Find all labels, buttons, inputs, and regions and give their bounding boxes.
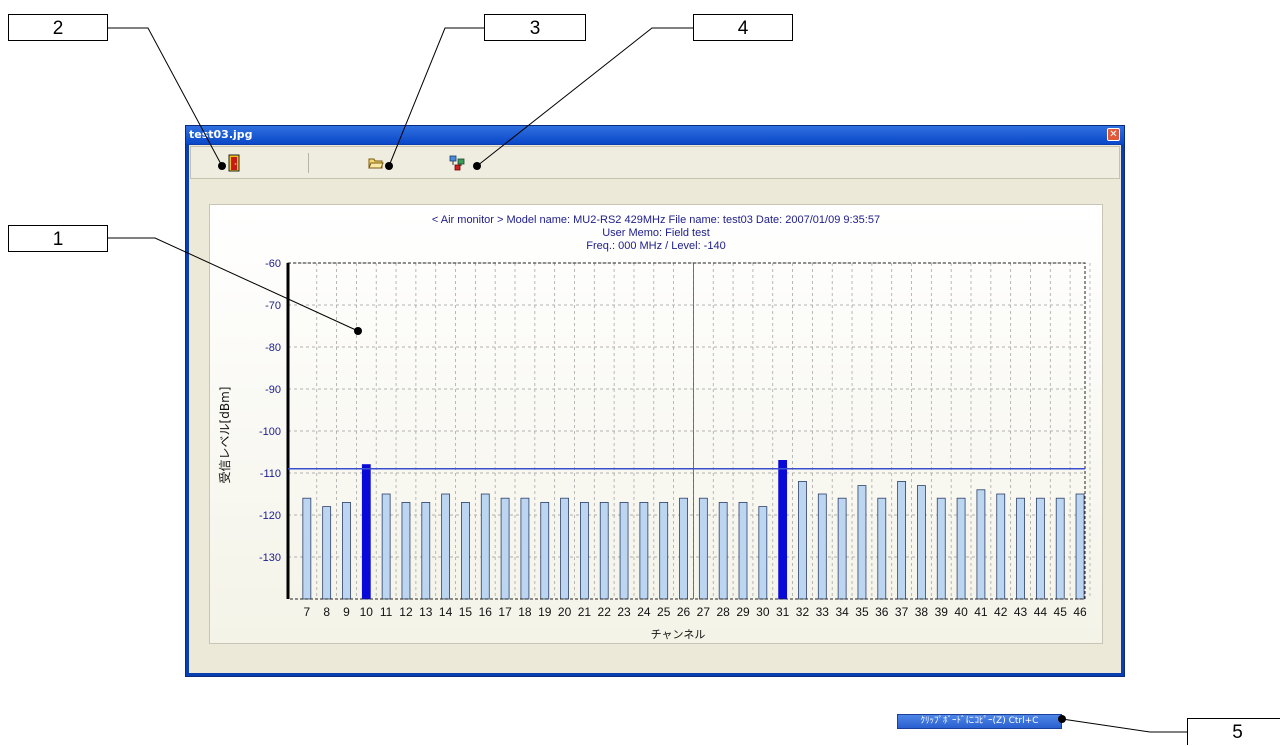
- leader-dot-4: [473, 162, 481, 170]
- leader-dot-5: [1058, 715, 1066, 723]
- leader-dot-3: [385, 162, 393, 170]
- leader-line-2: [108, 27, 223, 167]
- leader-line-4: [476, 27, 693, 167]
- leader-line-3: [388, 27, 484, 167]
- callout-leaders: [108, 27, 1187, 733]
- leader-line-5: [1061, 718, 1187, 733]
- leader-dot-1: [354, 327, 362, 335]
- leader-dot-2: [218, 162, 226, 170]
- leader-line-1: [108, 237, 359, 332]
